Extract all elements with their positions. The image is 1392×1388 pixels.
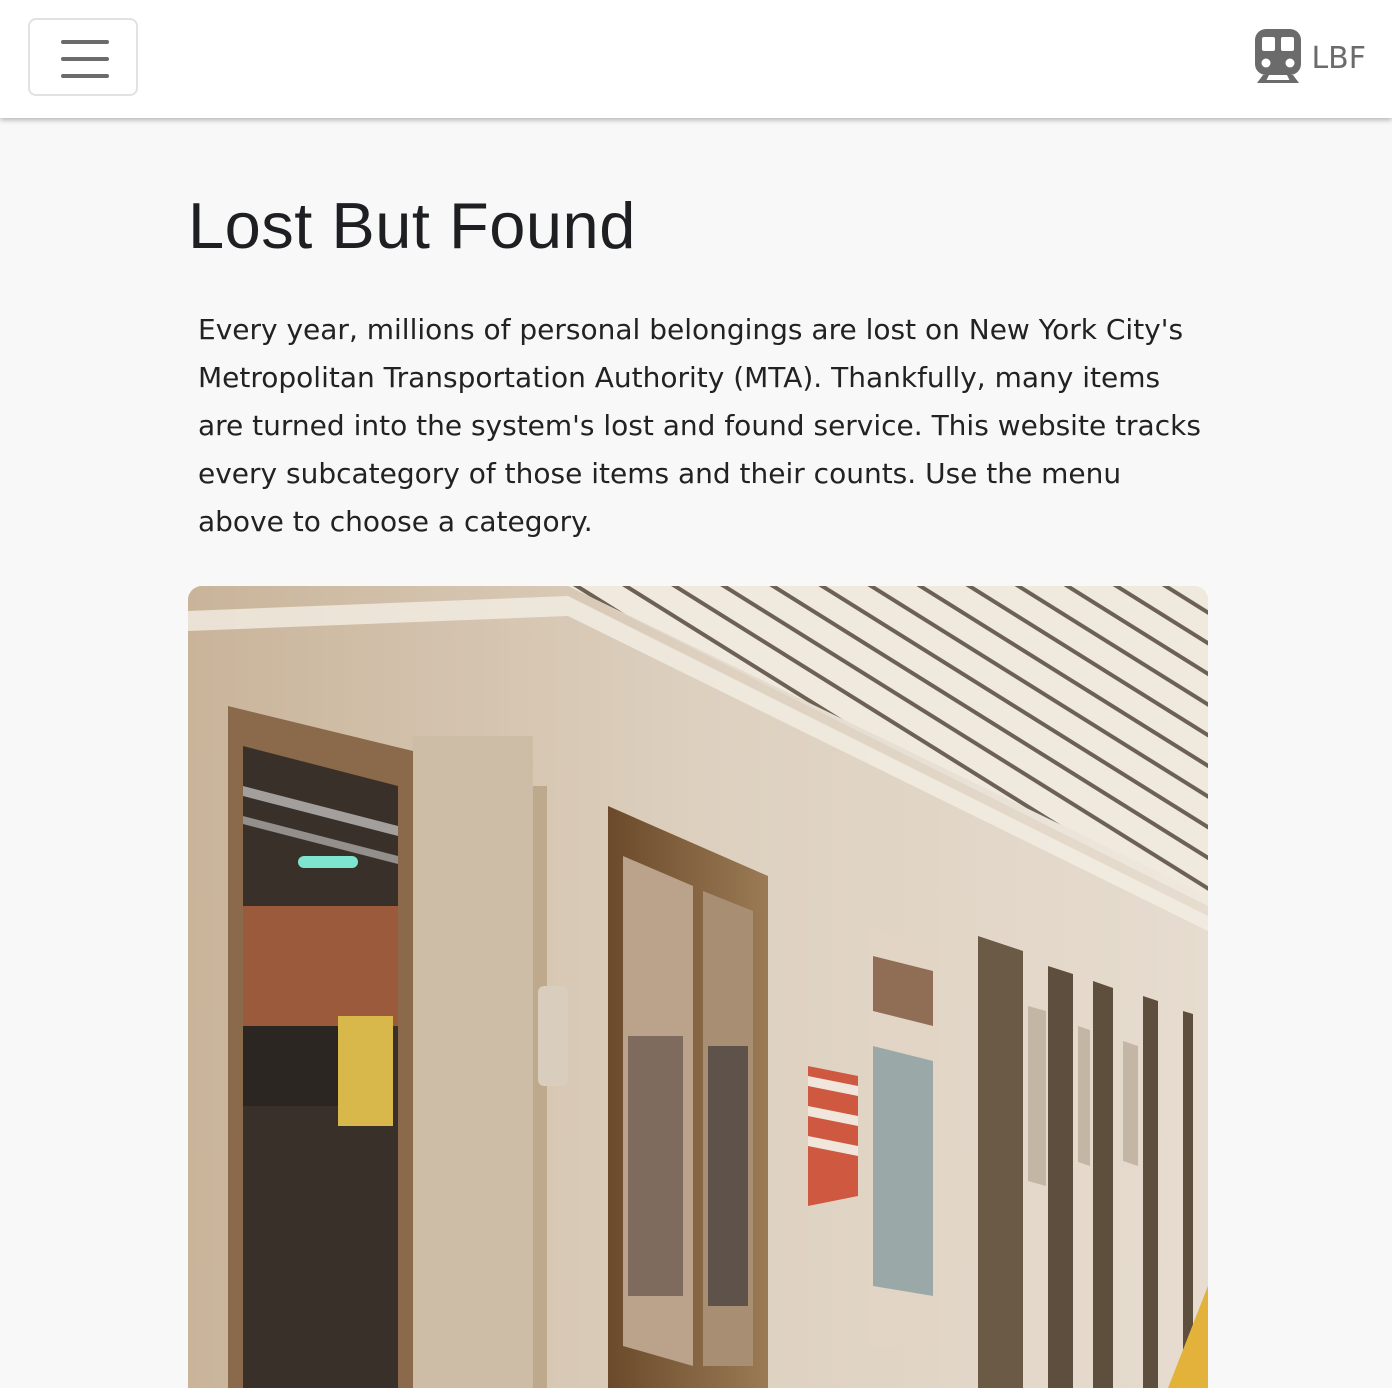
main-content: Lost But Found Every year, millions of p… <box>0 118 1392 1388</box>
subway-train-photo <box>188 586 1208 1388</box>
hamburger-icon-line <box>61 40 109 44</box>
menu-toggle-button[interactable] <box>28 18 138 96</box>
page-title: Lost But Found <box>188 189 636 262</box>
hamburger-icon-line <box>61 74 109 78</box>
navbar: LBF <box>0 0 1392 118</box>
brand-text: LBF <box>1311 40 1366 76</box>
subway-train-icon <box>1253 27 1303 89</box>
intro-paragraph: Every year, millions of personal belongi… <box>198 313 1201 538</box>
brand-link[interactable]: LBF <box>1253 28 1366 88</box>
hamburger-icon-line <box>61 57 109 61</box>
